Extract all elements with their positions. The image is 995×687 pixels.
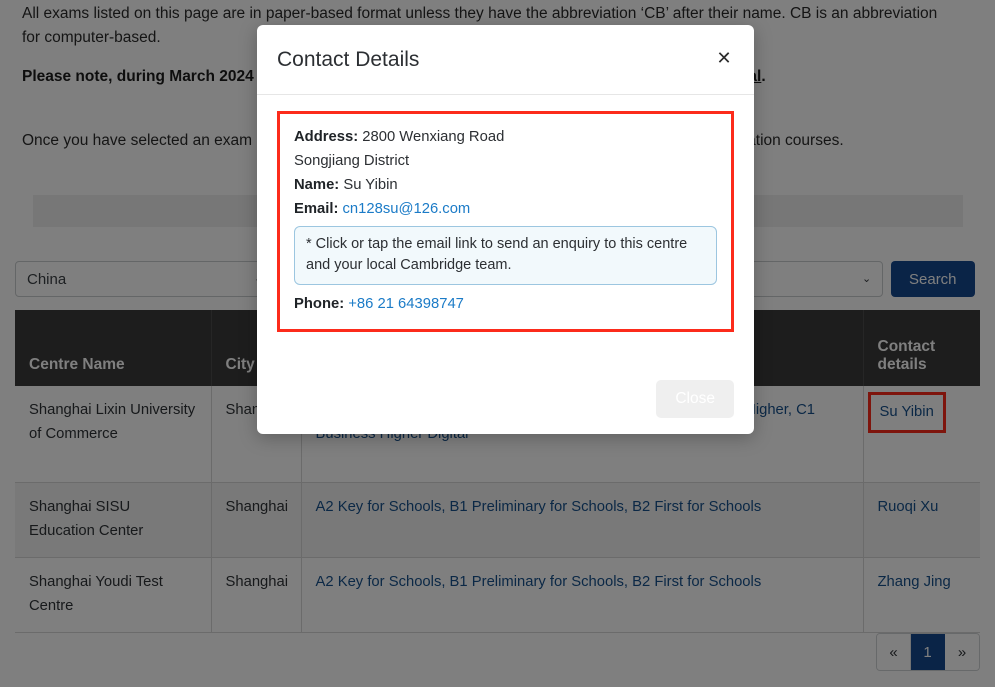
contact-details-modal: Contact Details ✕ Address: 2800 Wenxiang… (257, 25, 754, 434)
modal-footer: Close (257, 364, 754, 434)
contact-details-highlight-box: Address: 2800 Wenxiang Road Songjiang Di… (277, 111, 734, 332)
name-line: Name: Su Yibin (294, 173, 717, 197)
phone-label: Phone: (294, 296, 344, 312)
modal-body: Address: 2800 Wenxiang Road Songjiang Di… (257, 95, 754, 364)
email-label: Email: (294, 201, 338, 217)
email-hint-note: * Click or tap the email link to send an… (294, 226, 717, 285)
address-line-2: Songjiang District (294, 149, 717, 173)
address-value: 2800 Wenxiang Road (362, 129, 504, 145)
phone-link[interactable]: +86 21 64398747 (348, 296, 464, 312)
email-link[interactable]: cn128su@126.com (343, 201, 471, 217)
name-label: Name: (294, 177, 339, 193)
name-value: Su Yibin (343, 177, 397, 193)
address-label: Address: (294, 129, 358, 145)
modal-header: Contact Details ✕ (257, 25, 754, 95)
modal-close-button[interactable]: Close (656, 380, 734, 418)
email-line: Email: cn128su@126.com (294, 197, 717, 221)
close-icon[interactable]: ✕ (713, 47, 735, 69)
phone-line: Phone: +86 21 64398747 (294, 292, 717, 316)
address-line: Address: 2800 Wenxiang Road (294, 125, 717, 149)
modal-title: Contact Details (277, 48, 419, 72)
